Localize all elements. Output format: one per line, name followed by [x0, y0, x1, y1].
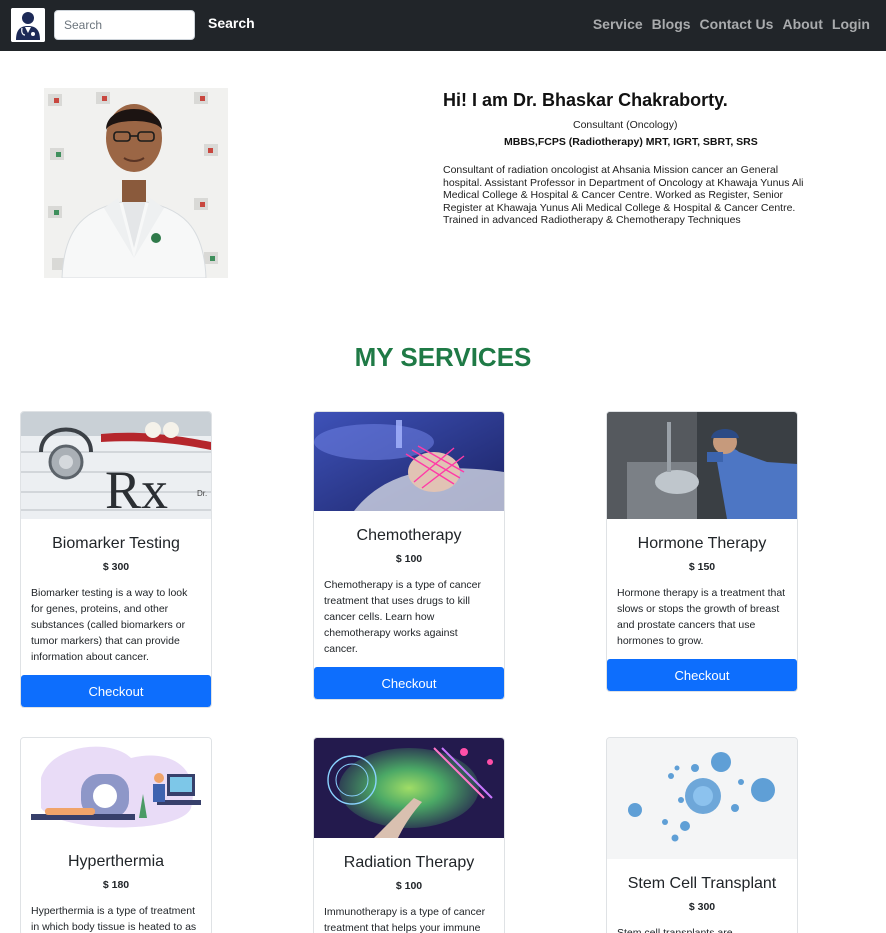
hyperthermia-image [21, 738, 211, 841]
service-price: $ 100 [395, 553, 423, 565]
doctor-name-heading: Hi! I am Dr. Bhaskar Chakraborty. [443, 90, 728, 110]
service-price: $ 150 [688, 561, 716, 573]
nav-link-contact-us[interactable]: Contact Us [700, 16, 774, 32]
service-description: Biomarker testing is a way to look for g… [31, 587, 188, 663]
checkout-button[interactable]: Checkout [21, 675, 211, 707]
checkout-button[interactable]: Checkout [314, 667, 504, 699]
service-card-biomarker: Rx Dr. Biomarker Testing $ 300 Biomarker… [20, 411, 212, 708]
stem-cell-image [607, 738, 797, 863]
doctor-degrees: MBBS,FCPS (Radiotherapy) MRT, IGRT, SBRT… [504, 136, 758, 148]
service-title: Radiation Therapy [343, 854, 475, 871]
search-button[interactable]: Search [208, 15, 255, 31]
nav-link-service[interactable]: Service [593, 16, 643, 32]
service-title: Stem Cell Transplant [627, 875, 777, 892]
service-price: $ 100 [395, 880, 423, 892]
service-description: Stem cell transplants are [617, 927, 733, 933]
biomarker-image: Rx Dr. [21, 412, 211, 523]
service-title: Biomarker Testing [52, 535, 180, 552]
nav-link-blogs[interactable]: Blogs [652, 16, 691, 32]
svg-text:Rx: Rx [105, 460, 168, 519]
service-card-chemotherapy: Chemotherapy $ 100 Chemotherapy is a typ… [313, 411, 505, 700]
service-card-radiation-therapy: Radiation Therapy $ 100 Immunotherapy is… [313, 737, 505, 933]
doctor-bio: Consultant of radiation oncologist at Ah… [443, 164, 804, 227]
service-title: Hyperthermia [67, 853, 165, 870]
services-heading: MY SERVICES [354, 342, 532, 372]
service-price: $ 300 [102, 561, 130, 573]
service-card-hormone-therapy: Hormone Therapy $ 150 Hormone therapy is… [606, 411, 798, 692]
chemotherapy-image [314, 412, 504, 515]
doctor-intro: Hi! I am Dr. Bhaskar Chakraborty. Consul… [443, 88, 815, 227]
service-price: $ 300 [688, 901, 716, 913]
service-description: Hormone therapy is a treatment that slow… [617, 587, 786, 647]
service-title: Hormone Therapy [637, 535, 767, 552]
doctor-photo [44, 88, 228, 278]
nav-link-about[interactable]: About [782, 16, 822, 32]
svg-text:Dr.: Dr. [197, 489, 207, 498]
search-input[interactable] [54, 10, 195, 40]
service-title: Chemotherapy [356, 527, 462, 544]
service-card-hyperthermia: Hyperthermia $ 180 Hyperthermia is a typ… [20, 737, 212, 933]
navbar: Search Service Blogs Contact Us About Lo… [0, 0, 886, 51]
nav-link-login[interactable]: Login [832, 16, 870, 32]
checkout-button[interactable]: Checkout [607, 659, 797, 691]
service-description: Hyperthermia is a type of treatment in w… [31, 905, 197, 933]
radiation-therapy-image [314, 738, 504, 842]
doctor-role: Consultant (Oncology) [573, 119, 678, 131]
service-description: Chemotherapy is a type of cancer treatme… [324, 579, 481, 655]
nav-links: Service Blogs Contact Us About Login [593, 16, 870, 32]
doctor-logo-icon[interactable] [11, 8, 45, 42]
hormone-therapy-image [607, 412, 797, 523]
service-description: Immunotherapy is a type of cancer treatm… [324, 906, 486, 933]
service-price: $ 180 [102, 879, 130, 891]
service-card-stem-cell-transplant: Stem Cell Transplant $ 300 Stem cell tra… [606, 737, 798, 933]
